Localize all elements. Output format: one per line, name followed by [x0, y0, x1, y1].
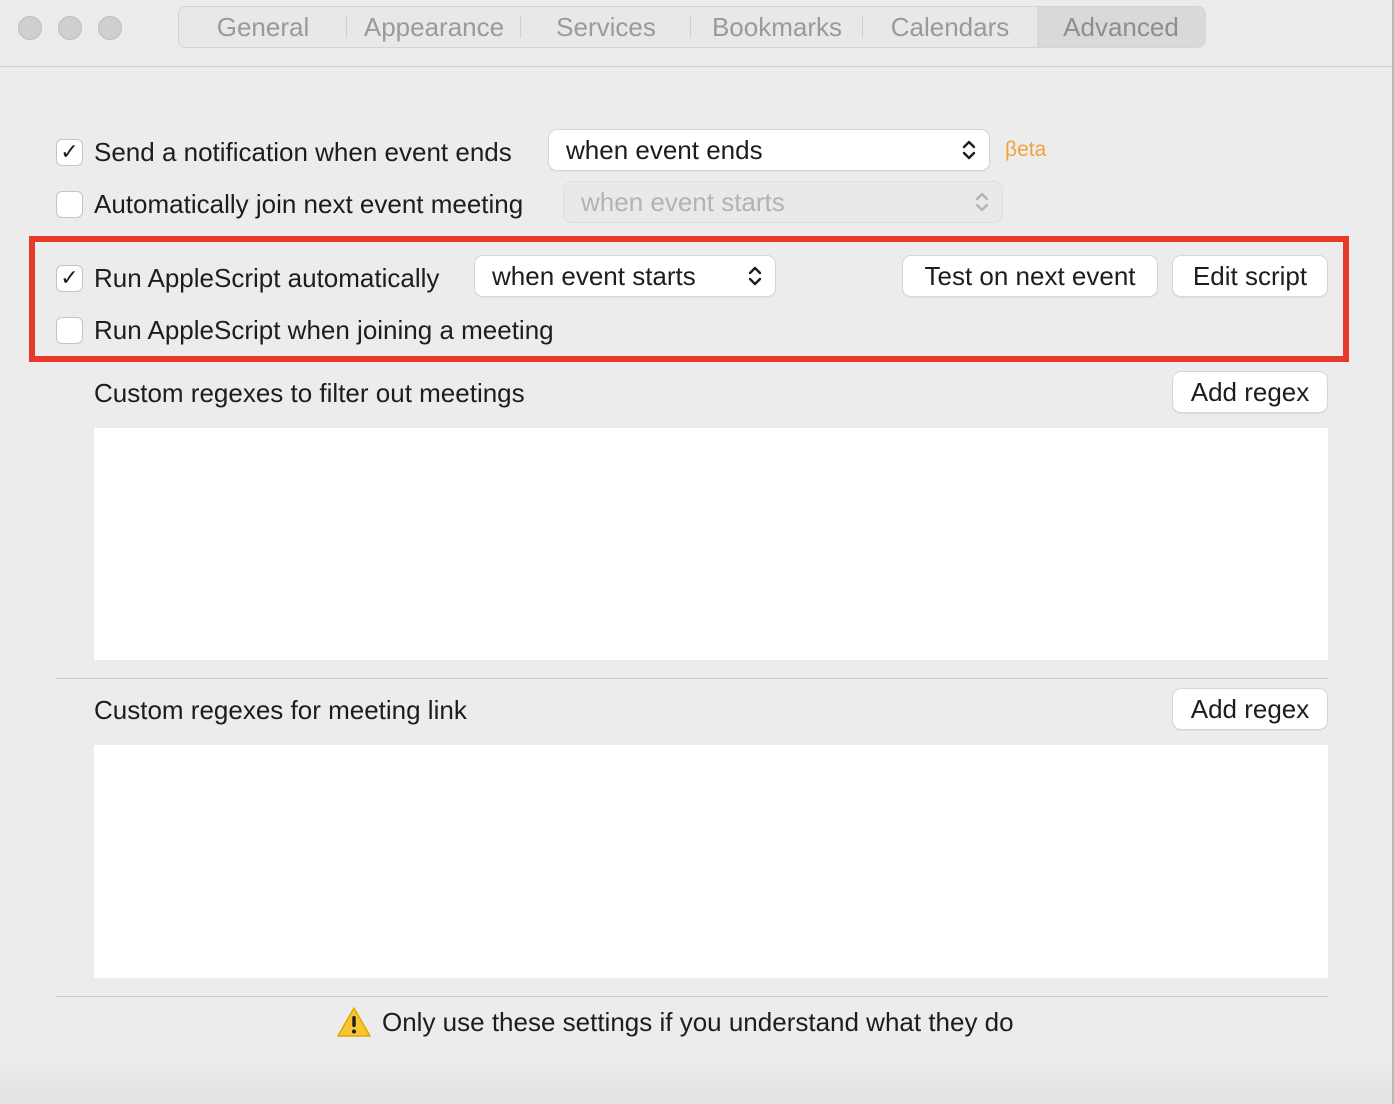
notification-checkbox[interactable]: ✓	[56, 139, 83, 166]
tab-calendars[interactable]: Calendars	[863, 7, 1037, 47]
notification-label: Send a notification when event ends	[94, 137, 512, 167]
filter-regexes-title: Custom regexes to filter out meetings	[94, 378, 525, 408]
auto-join-row: Automatically join next event meeting	[56, 189, 523, 220]
notification-row: ✓ Send a notification when event ends	[56, 137, 512, 168]
preferences-window: General Appearance Services Bookmarks Ca…	[0, 0, 1394, 1104]
title-bar: General Appearance Services Bookmarks Ca…	[0, 0, 1392, 67]
auto-join-timing-value: when event starts	[581, 187, 785, 217]
chevron-up-down-icon	[975, 192, 989, 212]
auto-join-checkbox[interactable]	[56, 191, 83, 218]
zoom-window-button[interactable]	[98, 16, 122, 40]
add-link-regex-button[interactable]: Add regex	[1173, 689, 1327, 729]
minimize-window-button[interactable]	[58, 16, 82, 40]
preferences-tab-bar: General Appearance Services Bookmarks Ca…	[178, 6, 1206, 48]
applescript-highlight-box	[29, 236, 1349, 362]
link-regexes-list[interactable]	[94, 745, 1328, 978]
notification-timing-value: when event ends	[566, 135, 763, 165]
add-filter-regex-button[interactable]: Add regex	[1173, 372, 1327, 412]
section-divider	[56, 678, 1328, 679]
footer-warning: Only use these settings if you understan…	[336, 1006, 1014, 1038]
tab-advanced[interactable]: Advanced	[1037, 7, 1205, 47]
close-window-button[interactable]	[18, 16, 42, 40]
window-bottom-edge	[0, 1060, 1392, 1104]
tab-bookmarks[interactable]: Bookmarks	[691, 7, 863, 47]
footer-warning-text: Only use these settings if you understan…	[382, 1006, 1014, 1037]
chevron-up-down-icon	[962, 140, 976, 160]
auto-join-label: Automatically join next event meeting	[94, 189, 524, 219]
notification-timing-select[interactable]: when event ends	[549, 130, 989, 170]
tab-general[interactable]: General	[179, 7, 347, 47]
warning-triangle-icon	[337, 1007, 371, 1037]
link-regexes-title: Custom regexes for meeting link	[94, 695, 467, 725]
auto-join-timing-select: when event starts	[564, 182, 1002, 222]
footer-divider	[56, 996, 1328, 997]
checkmark-icon: ✓	[60, 139, 79, 165]
tab-services[interactable]: Services	[521, 7, 691, 47]
tab-appearance[interactable]: Appearance	[347, 7, 521, 47]
beta-badge: βeta	[1005, 138, 1047, 161]
filter-regexes-list[interactable]	[94, 428, 1328, 660]
